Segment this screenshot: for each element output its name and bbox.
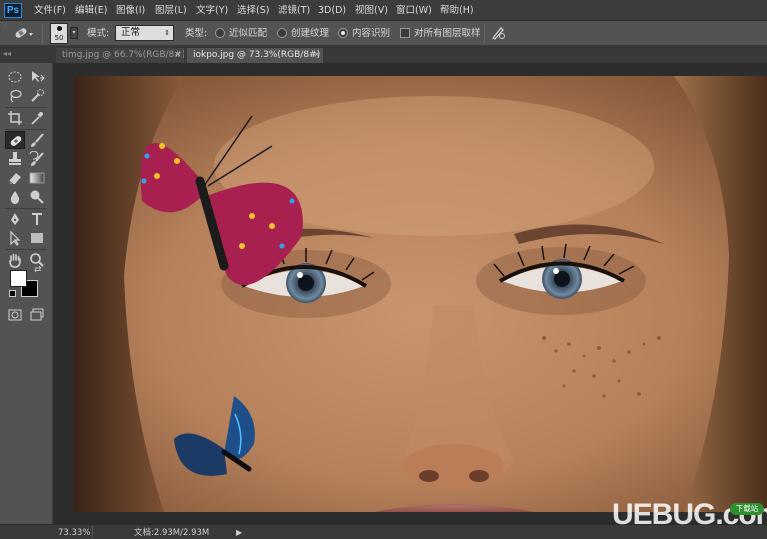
menu-bar: Ps 文件(F) 编辑(E) 图像(I) 图层(L) 文字(Y) 选择(S) 滤… [0, 0, 767, 21]
brush-size-value: 50 [54, 34, 64, 42]
menu-view[interactable]: 视图(V) [355, 4, 388, 18]
collapse-icon[interactable]: ◂◂ [3, 49, 11, 58]
eraser-icon [8, 173, 21, 185]
options-bar: ⁝ 50 ▾ 模式: 正常 ⇕ 类型: 近似匹配 创建纹理 内容识别 对所有图层… [0, 21, 767, 46]
lasso-icon [10, 89, 22, 103]
photoshop-logo: Ps [4, 3, 22, 18]
tool-preset-picker[interactable] [12, 24, 34, 42]
quick-selection-icon [31, 89, 44, 102]
tab-iokpo-label: iokpo.jpg @ 73.3%(RGB/8#) * [193, 50, 323, 60]
options-grip-icon: ⁝ [4, 22, 7, 31]
stylus-icon [491, 27, 505, 40]
eyedropper-tool[interactable] [27, 109, 47, 127]
tools-panel: ◂◂ ⇄ [0, 46, 53, 524]
hand-icon [9, 253, 21, 268]
quick-mask-button[interactable] [5, 306, 25, 324]
watermark-badge: 下载站 [730, 503, 764, 515]
pen-tool[interactable] [5, 210, 25, 228]
proximity-match-radio[interactable] [215, 28, 225, 38]
menu-file[interactable]: 文件(F) [34, 4, 66, 18]
mode-label: 模式: [87, 28, 110, 39]
sample-all-layers-checkbox[interactable] [400, 28, 410, 38]
swap-colors-icon[interactable]: ⇄ [34, 265, 42, 275]
menu-filter[interactable]: 滤镜(T) [278, 4, 310, 18]
document-info: 文档:2.93M/2.93M [134, 528, 210, 538]
hand-tool[interactable] [5, 251, 25, 269]
brush-tool[interactable] [27, 131, 47, 149]
default-colors-icon[interactable] [9, 290, 16, 297]
brush-tip-icon [57, 26, 62, 31]
menu-type[interactable]: 文字(Y) [196, 4, 228, 18]
document-canvas[interactable] [74, 76, 767, 512]
screen-mode-button[interactable] [27, 306, 47, 324]
pen-icon [11, 213, 19, 225]
menu-help[interactable]: 帮助(H) [440, 4, 474, 18]
menu-select[interactable]: 选择(S) [237, 4, 269, 18]
gradient-tool[interactable] [27, 169, 47, 187]
tab-timg-label: timg.jpg @ 66.7%(RGB/8#) [62, 50, 184, 60]
crop-tool[interactable] [5, 109, 25, 127]
zoom-level[interactable]: 73.33% [58, 527, 90, 539]
gradient-icon [29, 172, 45, 184]
move-tool[interactable] [27, 68, 47, 86]
path-selection-tool[interactable] [5, 229, 25, 247]
crop-icon [8, 111, 22, 125]
quick-selection-tool[interactable] [27, 87, 47, 105]
create-texture-label: 创建纹理 [291, 28, 330, 39]
tools-panel-header: ◂◂ [0, 46, 53, 63]
brush-dropdown-arrow-icon[interactable]: ▾ [70, 27, 78, 39]
rectangle-icon [31, 233, 43, 243]
tab-iokpo-close-icon[interactable]: × [313, 48, 321, 63]
rectangular-marquee-tool[interactable] [5, 68, 25, 86]
marquee-icon [8, 71, 22, 83]
dodge-tool[interactable] [27, 188, 47, 206]
dodge-icon [30, 190, 44, 204]
face-photo-image [74, 76, 767, 512]
create-texture-radio[interactable] [277, 28, 287, 38]
brush-preset-picker[interactable]: 50 [50, 23, 68, 44]
eraser-tool[interactable] [5, 169, 25, 187]
content-aware-label: 内容识别 [352, 28, 391, 39]
type-icon [32, 213, 42, 225]
eyedropper-icon [31, 112, 43, 125]
screen-mode-icon [30, 308, 44, 321]
menu-image[interactable]: 图像(I) [116, 4, 145, 18]
proximity-match-label: 近似匹配 [229, 28, 268, 39]
arrow-cursor-icon [10, 230, 21, 246]
clone-stamp-tool[interactable] [5, 150, 25, 168]
tab-timg-close-icon[interactable]: × [174, 48, 182, 63]
quick-mask-icon [8, 309, 22, 321]
type-label: 类型: [185, 28, 208, 39]
status-menu-arrow-icon[interactable]: ▶ [236, 527, 242, 539]
menu-layer[interactable]: 图层(L) [155, 4, 187, 18]
bandage-icon [10, 136, 22, 146]
history-brush-icon [29, 151, 44, 166]
blur-tool[interactable] [5, 188, 25, 206]
stamp-icon [9, 152, 21, 165]
mode-select[interactable]: 正常 ⇕ [115, 25, 174, 41]
site-watermark: UEBUG.com 下载站 [612, 498, 767, 538]
tab-iokpo[interactable]: iokpo.jpg @ 73.3%(RGB/8#) * × [187, 48, 323, 63]
tab-timg[interactable]: timg.jpg @ 66.7%(RGB/8#) × [56, 48, 184, 63]
history-brush-tool[interactable] [27, 150, 47, 168]
move-icon [32, 71, 45, 82]
lasso-tool[interactable] [5, 87, 25, 105]
menu-3d[interactable]: 3D(D) [318, 4, 346, 18]
sample-all-layers-label: 对所有图层取样 [414, 28, 481, 39]
foreground-color-swatch[interactable] [10, 270, 27, 287]
content-aware-radio[interactable] [338, 28, 348, 38]
brush-icon [31, 133, 44, 147]
document-tab-bar: timg.jpg @ 66.7%(RGB/8#) × iokpo.jpg @ 7… [0, 46, 767, 63]
menu-edit[interactable]: 编辑(E) [75, 4, 107, 18]
rectangle-tool[interactable] [27, 229, 47, 247]
spinner-icon: ⇕ [164, 29, 170, 37]
mode-select-value: 正常 [121, 27, 141, 38]
spot-healing-brush-tool[interactable] [5, 131, 25, 149]
droplet-icon [10, 191, 20, 204]
bandage-icon [15, 28, 33, 38]
pressure-size-button[interactable] [490, 25, 506, 41]
canvas-area[interactable] [53, 63, 767, 524]
type-tool[interactable] [27, 210, 47, 228]
menu-window[interactable]: 窗口(W) [396, 4, 432, 18]
